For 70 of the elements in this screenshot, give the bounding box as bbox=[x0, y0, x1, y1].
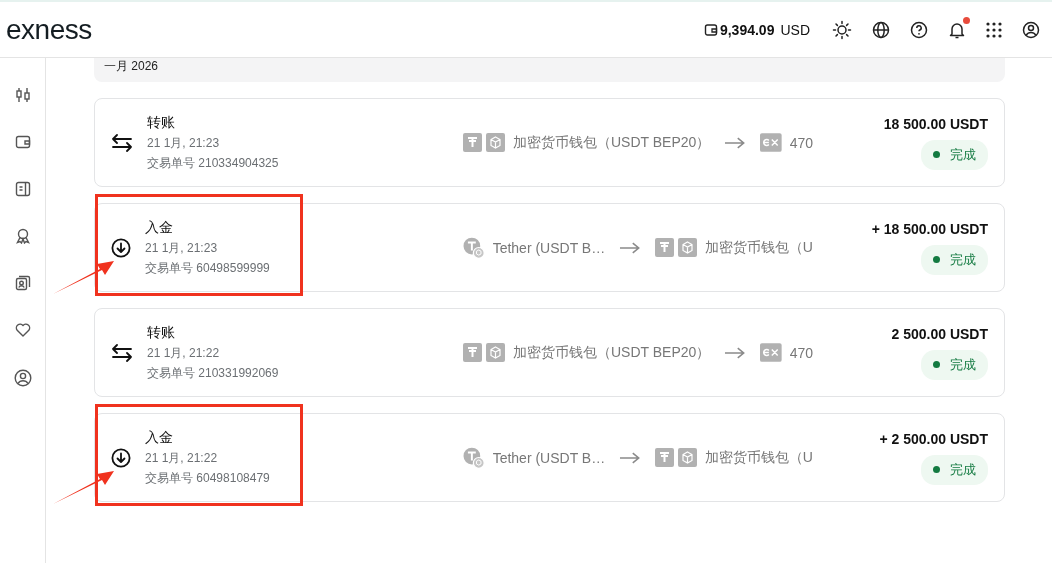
status-badge: 完成 bbox=[921, 454, 988, 485]
id-card-icon[interactable] bbox=[14, 275, 31, 291]
transaction-amount: 18 500.00 USDT bbox=[883, 115, 988, 132]
wallet-icon[interactable] bbox=[14, 134, 31, 150]
status-badge: 完成 bbox=[921, 349, 988, 380]
apps-grid-icon[interactable] bbox=[986, 21, 1002, 38]
logo[interactable]: exness bbox=[6, 13, 92, 46]
transaction-card[interactable]: 转账 21 1月, 21:23 交易单号 210334904325 加密货币钱包（USDT BEP20） 470 18 500.00 USDT 完成 bbox=[94, 98, 1005, 187]
tether-icon bbox=[654, 448, 674, 467]
transaction-number: 交易单号 60498108479 bbox=[145, 469, 270, 487]
wallet-icon bbox=[703, 22, 718, 37]
route-account: 加密货币钱包（USDT BEP20） bbox=[513, 133, 711, 152]
right-arrow-icon bbox=[619, 241, 641, 254]
route-account: 470 bbox=[789, 134, 813, 151]
transaction-number: 交易单号 210334904325 bbox=[147, 154, 279, 172]
transaction-date: 21 1月, 21:23 bbox=[145, 239, 219, 257]
right-arrow-icon bbox=[724, 346, 746, 359]
status-badge: 完成 bbox=[921, 244, 988, 275]
balance-currency: USD bbox=[780, 21, 810, 38]
profile-icon[interactable] bbox=[13, 369, 32, 387]
route-account: Tether (USDT B… bbox=[492, 239, 606, 256]
month-label: 一月 2026 bbox=[104, 58, 159, 75]
exness-icon bbox=[760, 133, 782, 152]
transfer-arrows-icon bbox=[111, 133, 133, 152]
transaction-amount: + 18 500.00 USDT bbox=[871, 220, 988, 237]
award-icon[interactable] bbox=[14, 228, 31, 244]
account-icon[interactable] bbox=[1022, 20, 1040, 39]
right-arrow-icon bbox=[724, 136, 746, 149]
cube-icon bbox=[677, 448, 697, 467]
download-circle-icon bbox=[111, 237, 131, 258]
route-account: 加密货币钱包（U bbox=[704, 448, 813, 467]
transaction-date: 21 1月, 21:22 bbox=[147, 344, 221, 362]
route-account: 加密货币钱包（USDT BEP20） bbox=[513, 343, 711, 362]
transaction-amount: + 2 500.00 USDT bbox=[879, 430, 988, 447]
help-icon[interactable] bbox=[910, 20, 928, 39]
transaction-type: 转账 bbox=[147, 113, 176, 132]
globe-icon[interactable] bbox=[872, 20, 890, 39]
heart-icon[interactable] bbox=[14, 322, 31, 338]
transaction-card[interactable]: 转账 21 1月, 21:22 交易单号 210331992069 加密货币钱包（USDT BEP20） 470 2 500.00 USDT 完成 bbox=[94, 308, 1005, 397]
tether-icon bbox=[463, 343, 482, 362]
cube-icon bbox=[486, 343, 505, 362]
transaction-type: 入金 bbox=[145, 218, 174, 237]
download-circle-icon bbox=[111, 447, 131, 468]
transaction-card[interactable]: 入金 21 1月, 21:22 交易单号 60498108479 Tether (USDT B… 加密货币钱包（U + 2 500.00 USDT 完成 bbox=[94, 413, 1005, 502]
bell-icon[interactable] bbox=[948, 20, 966, 39]
transaction-date: 21 1月, 21:23 bbox=[147, 134, 221, 152]
tether-coin-icon bbox=[463, 446, 485, 469]
transaction-number: 交易单号 210331992069 bbox=[147, 364, 279, 382]
transfer-arrows-icon bbox=[111, 343, 133, 362]
sun-icon[interactable] bbox=[832, 19, 852, 40]
status-badge: 完成 bbox=[921, 139, 988, 170]
route-account: Tether (USDT B… bbox=[492, 449, 606, 466]
document-icon[interactable] bbox=[14, 181, 31, 197]
transaction-number: 交易单号 60498599999 bbox=[145, 259, 270, 277]
tether-coin-icon bbox=[463, 236, 485, 259]
balance-amount: 9,394.09 bbox=[719, 21, 775, 38]
tether-icon bbox=[463, 133, 482, 152]
transaction-date: 21 1月, 21:22 bbox=[145, 449, 219, 467]
transaction-type: 转账 bbox=[147, 323, 176, 342]
right-arrow-icon bbox=[619, 451, 641, 464]
exness-icon bbox=[760, 343, 782, 362]
candlestick-icon[interactable] bbox=[14, 87, 31, 103]
cube-icon bbox=[677, 238, 697, 257]
transaction-amount: 2 500.00 USDT bbox=[891, 325, 988, 342]
transaction-card[interactable]: 入金 21 1月, 21:23 交易单号 60498599999 Tether (USDT B… 加密货币钱包（U + 18 500.00 USDT 完成 bbox=[94, 203, 1005, 292]
tether-icon bbox=[654, 238, 674, 257]
route-account: 470 bbox=[789, 344, 813, 361]
route-account: 加密货币钱包（U bbox=[704, 238, 813, 257]
cube-icon bbox=[486, 133, 505, 152]
transaction-type: 入金 bbox=[145, 428, 174, 447]
